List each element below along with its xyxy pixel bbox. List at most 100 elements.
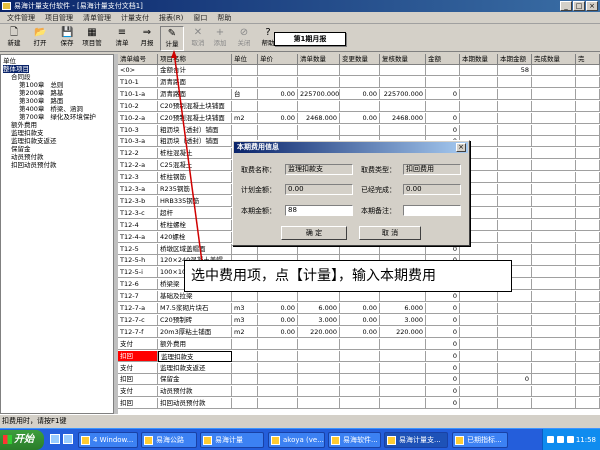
table-cell[interactable] — [532, 172, 576, 184]
row-code-cell[interactable]: 支付 — [118, 362, 158, 374]
table-cell[interactable] — [532, 279, 576, 291]
table-cell[interactable]: 3.000 — [380, 314, 426, 326]
table-cell[interactable] — [380, 362, 426, 374]
table-cell[interactable]: 保留金 — [158, 374, 232, 386]
column-header[interactable]: 变更数量 — [340, 54, 380, 65]
table-cell[interactable]: 0 — [426, 291, 460, 303]
table-cell[interactable]: HRB335钢筋 — [158, 195, 232, 207]
table-cell[interactable] — [532, 195, 576, 207]
table-cell[interactable] — [576, 362, 600, 374]
table-cell[interactable] — [532, 207, 576, 219]
table-cell[interactable] — [380, 124, 426, 136]
table-cell[interactable] — [576, 267, 600, 279]
quicklaunch-desktop-icon[interactable] — [50, 434, 60, 444]
table-cell[interactable] — [576, 350, 600, 362]
maximize-button[interactable]: □ — [573, 1, 585, 11]
column-header[interactable]: 清单编号 — [118, 54, 158, 65]
taskbar-task[interactable]: 易海计量 — [200, 432, 264, 448]
table-cell[interactable]: 0.00 — [340, 88, 380, 100]
table-cell[interactable] — [298, 65, 340, 76]
tree-item[interactable]: 监理扣款支 — [11, 129, 44, 137]
table-cell[interactable] — [498, 148, 532, 160]
table-cell[interactable]: 沥青路面 — [158, 76, 232, 88]
table-cell[interactable] — [576, 195, 600, 207]
row-code-cell[interactable]: T10-1-a — [118, 88, 158, 100]
row-code-cell[interactable]: 扣回 — [118, 398, 158, 410]
table-cell[interactable]: 桥墩区域盖帽面 — [158, 243, 232, 255]
table-cell[interactable] — [532, 88, 576, 100]
table-cell[interactable]: 监理扣款支返还 — [158, 362, 232, 374]
table-cell[interactable] — [532, 303, 576, 314]
table-cell[interactable]: 6.000 — [298, 303, 340, 314]
row-code-cell[interactable]: T12-6 — [118, 279, 158, 291]
table-cell[interactable] — [460, 88, 498, 100]
table-cell[interactable] — [576, 243, 600, 255]
table-cell[interactable] — [340, 374, 380, 386]
table-cell[interactable] — [576, 124, 600, 136]
table-cell[interactable]: 0 — [426, 314, 460, 326]
row-code-cell[interactable]: T12-4-a — [118, 231, 158, 243]
table-cell[interactable] — [576, 88, 600, 100]
table-cell[interactable] — [258, 362, 298, 374]
table-cell[interactable] — [380, 65, 426, 76]
row-code-cell[interactable]: 扣回 — [118, 374, 158, 386]
row-code-cell[interactable]: T12-7-a — [118, 303, 158, 314]
table-cell[interactable] — [498, 362, 532, 374]
row-code-cell[interactable]: <0> — [118, 65, 158, 76]
table-cell[interactable] — [460, 398, 498, 410]
table-cell[interactable] — [576, 76, 600, 88]
table-cell[interactable] — [576, 136, 600, 148]
table-cell[interactable]: 0.00 — [340, 303, 380, 314]
table-cell[interactable] — [232, 338, 258, 350]
table-cell[interactable]: 桩柱钢筋 — [158, 172, 232, 184]
table-cell[interactable] — [340, 124, 380, 136]
table-cell[interactable] — [460, 386, 498, 398]
row-code-cell[interactable]: T12-4 — [118, 219, 158, 231]
tree-item[interactable]: 第700章 绿化及环境保护 — [19, 113, 96, 121]
row-code-cell[interactable]: 扣回 — [118, 350, 158, 362]
table-cell[interactable] — [298, 291, 340, 303]
table-cell[interactable]: 0 — [426, 398, 460, 410]
table-cell[interactable] — [532, 148, 576, 160]
table-cell[interactable] — [576, 303, 600, 314]
table-cell[interactable] — [576, 207, 600, 219]
row-code-cell[interactable]: T10-3-a — [118, 136, 158, 148]
table-cell[interactable] — [380, 291, 426, 303]
table-cell[interactable] — [498, 398, 532, 410]
table-cell[interactable]: M7.5浆砌片块石 — [158, 303, 232, 314]
table-cell[interactable] — [232, 65, 258, 76]
table-cell[interactable]: 金额合计 — [158, 65, 232, 76]
start-button[interactable]: 开始 — [0, 430, 44, 450]
table-cell[interactable]: R235钢筋 — [158, 184, 232, 195]
row-code-cell[interactable]: T12-3-b — [118, 195, 158, 207]
table-cell[interactable] — [380, 374, 426, 386]
close-window-button[interactable]: × — [586, 1, 598, 11]
row-code-cell[interactable]: T12-5 — [118, 243, 158, 255]
table-cell[interactable] — [232, 374, 258, 386]
tree-item[interactable]: 监理扣款支返还 — [11, 137, 57, 145]
table-cell[interactable] — [460, 314, 498, 326]
table-cell[interactable] — [498, 160, 532, 172]
table-cell[interactable] — [298, 386, 340, 398]
tree-item[interactable]: 扣回动员预付款 — [11, 161, 57, 169]
column-header[interactable]: 单位 — [232, 54, 258, 65]
tray-ime-icon[interactable] — [567, 436, 574, 443]
table-cell[interactable]: 0 — [426, 350, 460, 362]
table-cell[interactable] — [298, 124, 340, 136]
table-cell[interactable] — [340, 100, 380, 112]
table-cell[interactable] — [498, 314, 532, 326]
table-cell[interactable] — [460, 362, 498, 374]
row-code-cell[interactable]: T12-7-f — [118, 326, 158, 338]
table-cell[interactable] — [232, 124, 258, 136]
table-cell[interactable]: 0.00 — [258, 314, 298, 326]
table-cell[interactable]: 监理扣款支 — [158, 350, 232, 362]
tree-item[interactable]: 额外费用 — [11, 121, 37, 129]
row-code-cell[interactable]: T12-3-c — [118, 207, 158, 219]
table-cell[interactable] — [498, 338, 532, 350]
table-cell[interactable] — [426, 65, 460, 76]
table-cell[interactable]: 0.00 — [258, 326, 298, 338]
table-cell[interactable] — [532, 112, 576, 124]
table-cell[interactable] — [532, 326, 576, 338]
table-cell[interactable] — [460, 291, 498, 303]
column-header[interactable]: 完成数量 — [532, 54, 576, 65]
